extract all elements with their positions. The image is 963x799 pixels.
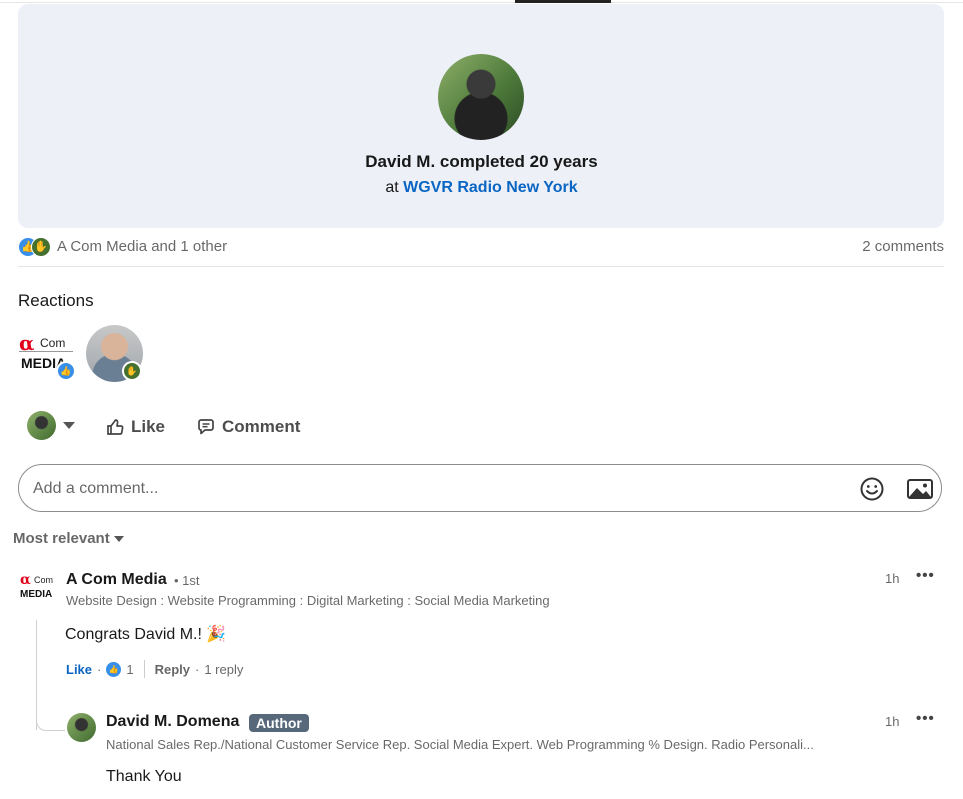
- reactors-summary[interactable]: A Com Media and 1 other: [57, 238, 227, 255]
- milestone-title: David M. completed 20 years: [365, 152, 598, 171]
- reactor-avatar-person[interactable]: ✋: [86, 325, 143, 382]
- comment-button[interactable]: Comment: [196, 414, 300, 440]
- company-link[interactable]: WGVR Radio New York: [403, 179, 578, 196]
- comment-like-button[interactable]: Like: [66, 662, 92, 677]
- like-badge-icon: 👍: [56, 361, 76, 381]
- comment-box: [18, 464, 942, 512]
- reactions-heading: Reactions: [18, 291, 94, 310]
- comments-count-link[interactable]: 2 comments: [862, 238, 944, 255]
- top-divider: [0, 2, 963, 3]
- celebrate-reaction-icon: ✋: [31, 237, 51, 257]
- sort-label: Most relevant: [13, 530, 110, 547]
- image-icon[interactable]: [906, 477, 934, 501]
- reply-author-headline: National Sales Rep./National Customer Se…: [106, 737, 814, 752]
- divider: [18, 266, 944, 267]
- emoji-icon[interactable]: [859, 476, 885, 502]
- reply-button[interactable]: Reply: [155, 662, 190, 677]
- like-label: Like: [131, 417, 166, 436]
- caret-down-icon: [113, 535, 124, 542]
- comment-author-headline: Website Design : Website Programming : D…: [66, 593, 550, 608]
- comment-label: Comment: [222, 417, 301, 436]
- comment-timestamp: 1h: [885, 571, 900, 586]
- comment-author-name[interactable]: A Com Media: [66, 571, 167, 589]
- chevron-down-icon[interactable]: [63, 422, 75, 429]
- more-options-icon[interactable]: •••: [916, 710, 935, 727]
- logo-media: MEDIA: [20, 589, 53, 600]
- actor-avatar[interactable]: [27, 411, 56, 440]
- reply-author-avatar[interactable]: [67, 713, 96, 742]
- reply-author-name[interactable]: David M. Domena: [106, 713, 239, 731]
- thumbs-up-icon: [107, 419, 124, 435]
- connection-degree: • 1st: [174, 573, 200, 588]
- logo-divider: [19, 351, 73, 352]
- comment-actions: Like · 👍 1 Reply · 1 reply: [66, 660, 243, 678]
- reaction-icons[interactable]: 👍 ✋: [18, 237, 52, 257]
- logo-alpha: α: [20, 572, 31, 588]
- milestone-avatar[interactable]: [438, 54, 524, 140]
- like-count-icon: 👍: [106, 661, 122, 677]
- separator-dot: ·: [195, 661, 200, 677]
- author-badge: Author: [249, 714, 309, 732]
- reply-timestamp: 1h: [885, 714, 900, 729]
- milestone-subtitle: at WGVR Radio New York: [0, 179, 963, 197]
- like-button[interactable]: Like: [105, 414, 165, 440]
- like-count[interactable]: 1: [126, 662, 133, 677]
- separator-dot: ·: [97, 661, 102, 677]
- active-tab-indicator: [515, 0, 611, 3]
- comment-author-logo[interactable]: α Com MEDIA: [19, 572, 57, 603]
- comment-text: Congrats David M.! 🎉: [65, 626, 227, 643]
- reactor-acom-media[interactable]: α Com MEDIA 👍: [18, 330, 76, 381]
- celebrate-badge-icon: ✋: [122, 361, 142, 381]
- thread-connector: [36, 712, 65, 731]
- more-options-icon[interactable]: •••: [916, 567, 935, 584]
- comment-input[interactable]: [31, 475, 815, 503]
- milestone-at-label: at: [385, 179, 399, 196]
- action-separator: [143, 660, 145, 678]
- logo-com: Com: [34, 575, 54, 585]
- reply-count[interactable]: 1 reply: [204, 662, 243, 677]
- reply-text: Thank You: [106, 768, 182, 785]
- comment-icon: [198, 419, 214, 435]
- sort-dropdown[interactable]: Most relevant: [13, 530, 124, 547]
- logo-com: Com: [40, 336, 66, 350]
